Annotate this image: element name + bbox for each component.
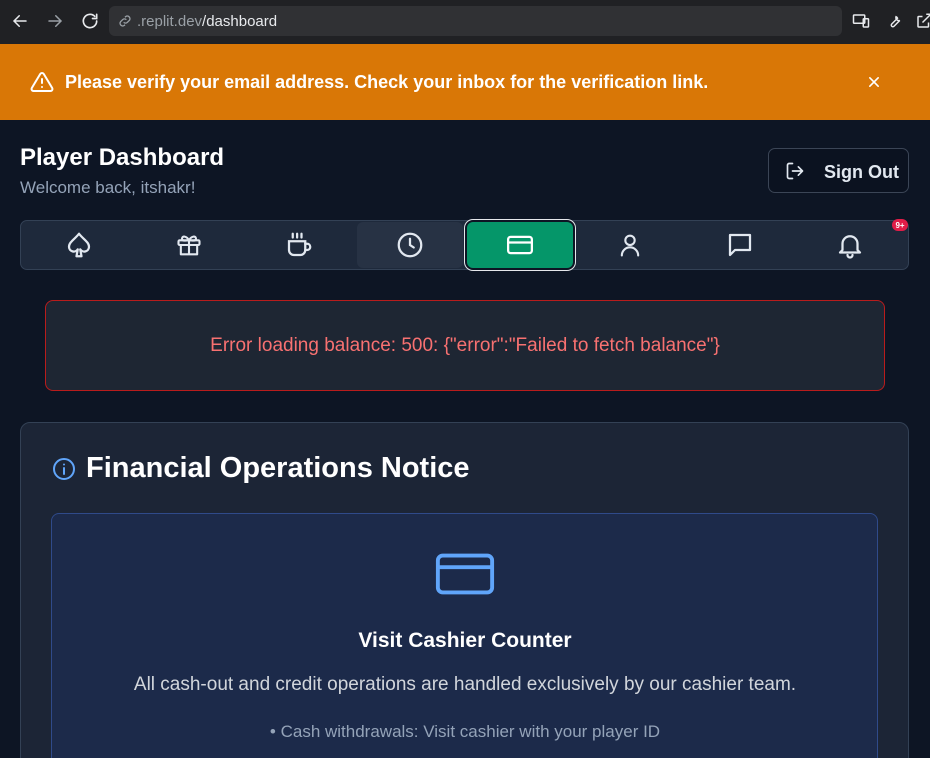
cashier-bullet-item: • Cash withdrawals: Visit cashier with y…	[269, 722, 661, 741]
reload-icon[interactable]	[78, 9, 102, 33]
welcome-message: Welcome back, itshakr!	[20, 178, 196, 197]
credit-card-icon	[435, 553, 495, 595]
link-icon	[119, 15, 131, 27]
tab-lounge[interactable]	[246, 222, 352, 268]
forward-icon[interactable]	[43, 9, 67, 33]
devices-icon[interactable]	[851, 11, 871, 31]
back-icon[interactable]	[8, 9, 32, 33]
error-message: Error loading balance: 500: {"error":"Fa…	[210, 334, 720, 356]
address-bar[interactable]: .replit.dev/dashboard	[109, 6, 842, 36]
balance-error-alert: Error loading balance: 500: {"error":"Fa…	[45, 300, 885, 391]
url-path: /dashboard	[202, 12, 278, 30]
tab-games[interactable]	[26, 222, 132, 268]
tab-history[interactable]	[357, 222, 463, 268]
banner-message: Please verify your email address. Check …	[65, 72, 709, 92]
cashier-card-description: All cash-out and credit operations are h…	[133, 674, 797, 695]
notification-count-badge: 9+	[892, 219, 908, 231]
sign-out-button[interactable]: Sign Out	[768, 148, 909, 193]
clock-icon	[397, 232, 423, 258]
sign-out-label: Sign Out	[824, 162, 899, 182]
url-host: .replit.dev	[137, 12, 203, 30]
log-out-icon	[786, 162, 804, 180]
message-icon	[728, 233, 752, 257]
coffee-icon	[287, 232, 312, 257]
spade-icon	[67, 232, 91, 258]
wrench-icon[interactable]	[884, 11, 904, 31]
tab-messages[interactable]	[687, 222, 793, 268]
credit-card-icon	[507, 235, 533, 255]
tab-notifications[interactable]	[797, 222, 903, 268]
tab-rewards[interactable]	[136, 222, 242, 268]
verify-email-banner: Please verify your email address. Check …	[0, 44, 930, 120]
gift-icon	[177, 235, 201, 256]
dashboard-tabbar	[20, 220, 909, 270]
tab-profile[interactable]	[577, 222, 683, 268]
cashier-card-title: Visit Cashier Counter	[358, 629, 572, 652]
notice-title: Financial Operations Notice	[86, 452, 470, 484]
bell-icon	[838, 235, 862, 259]
info-icon	[53, 458, 75, 480]
user-icon	[620, 234, 640, 257]
open-external-icon[interactable]	[914, 11, 930, 31]
close-banner-button[interactable]	[864, 72, 884, 92]
warning-icon	[30, 71, 54, 92]
tab-cashier[interactable]	[467, 222, 573, 268]
close-icon	[869, 77, 879, 87]
browser-toolbar: .replit.dev/dashboard	[0, 0, 930, 44]
page-title: Player Dashboard	[20, 144, 225, 171]
